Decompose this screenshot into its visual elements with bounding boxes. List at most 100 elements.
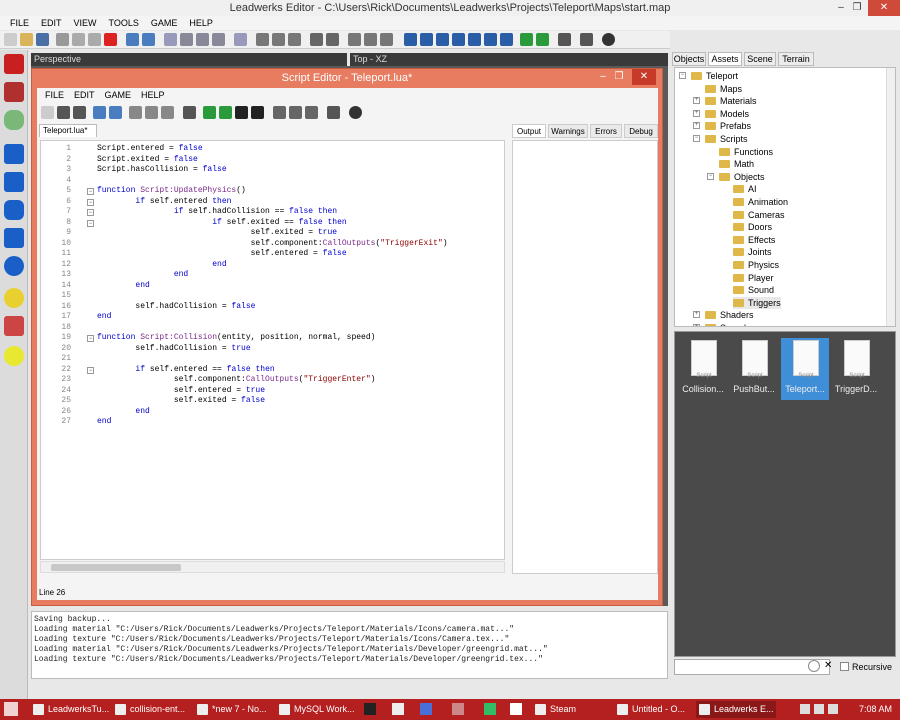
delete-icon[interactable] bbox=[104, 33, 117, 46]
tree-node[interactable]: Animation bbox=[733, 196, 788, 208]
tree-node[interactable]: Functions bbox=[719, 146, 773, 158]
editor-minimize-icon[interactable]: – bbox=[596, 69, 610, 85]
code-editor[interactable]: 1 Script.entered = false 2 Script.exited = … bbox=[40, 140, 505, 560]
editor-cut-icon[interactable] bbox=[129, 106, 142, 119]
code-line[interactable]: 9 self.exited = true bbox=[41, 228, 504, 239]
tab-output[interactable]: Output bbox=[512, 124, 546, 138]
tree-node[interactable]: Math bbox=[719, 158, 754, 170]
tree-node[interactable]: Doors bbox=[733, 221, 772, 233]
clear-search-icon[interactable]: ✕ bbox=[824, 660, 832, 671]
wedge-brush-icon[interactable] bbox=[4, 82, 24, 102]
editor-stop-icon[interactable] bbox=[235, 106, 248, 119]
code-line[interactable]: 3 Script.hasCollision = false bbox=[41, 165, 504, 176]
tree-node[interactable]: Sound bbox=[705, 322, 746, 326]
code-line[interactable]: 2 Script.exited = false bbox=[41, 155, 504, 166]
code-line[interactable]: 23 self.component:CallOutputs("TriggerEn… bbox=[41, 375, 504, 386]
tree-expander-icon[interactable]: + bbox=[693, 311, 700, 319]
tree-node[interactable]: Shaders bbox=[705, 309, 754, 321]
editor-copy-icon[interactable] bbox=[145, 106, 158, 119]
tab-warnings[interactable]: Warnings bbox=[548, 124, 588, 138]
output-panel[interactable] bbox=[512, 140, 658, 574]
align-icon[interactable] bbox=[256, 33, 269, 46]
tree-expander-icon[interactable]: − bbox=[693, 135, 700, 142]
taskbar-item[interactable]: *new 7 - No... bbox=[194, 701, 274, 718]
console-log[interactable]: Saving backup... Loading material "C:/Use… bbox=[31, 611, 668, 679]
tree-node[interactable]: Teleport bbox=[691, 70, 738, 82]
tab-assets[interactable]: Assets bbox=[708, 52, 742, 66]
tree-node[interactable]: Physics bbox=[733, 259, 779, 271]
fold-toggle-icon[interactable]: − bbox=[87, 219, 94, 227]
code-line[interactable]: 25 self.exited = false bbox=[41, 396, 504, 407]
close-icon[interactable]: ✕ bbox=[868, 0, 900, 16]
help-icon[interactable] bbox=[602, 33, 615, 46]
code-line[interactable]: 10 self.component:CallOutputs("TriggerEx… bbox=[41, 239, 504, 250]
view-icon-3[interactable] bbox=[380, 33, 393, 46]
taskbar-item-leadwerks[interactable]: Leadwerks E... bbox=[696, 701, 776, 718]
code-line[interactable]: 24 self.entered = true bbox=[41, 386, 504, 397]
code-line[interactable]: 16 self.hadCollision = false bbox=[41, 302, 504, 313]
asset-folder-tree[interactable]: − Teleport Maps + Materials + Models + Prefabs − S… bbox=[674, 67, 896, 327]
code-line[interactable]: 4 bbox=[41, 176, 504, 187]
editor-step-icon[interactable] bbox=[273, 106, 286, 119]
align-icon-2[interactable] bbox=[272, 33, 285, 46]
asset-search-input[interactable] bbox=[674, 659, 830, 675]
menu-view[interactable]: VIEW bbox=[74, 16, 97, 30]
tree-node[interactable]: Maps bbox=[705, 83, 742, 95]
pinned-app-icon[interactable] bbox=[364, 703, 376, 715]
editor-step-into-icon[interactable] bbox=[289, 106, 302, 119]
tree-scrollbar[interactable] bbox=[886, 68, 895, 326]
tab-objects[interactable]: Objects bbox=[672, 52, 706, 66]
editor-find-icon[interactable] bbox=[183, 106, 196, 119]
paste-icon[interactable] bbox=[88, 33, 101, 46]
asset-browser[interactable]: Script Collision... Script PushBut... Script… bbox=[674, 331, 896, 657]
code-horizontal-scrollbar[interactable] bbox=[40, 561, 505, 573]
code-line[interactable]: 22 if self.entered == false then − bbox=[41, 365, 504, 376]
code-line[interactable]: 11 self.entered = false bbox=[41, 249, 504, 260]
asset-item[interactable]: Script PushBut... bbox=[730, 338, 778, 400]
undo-icon[interactable] bbox=[126, 33, 139, 46]
asset-item[interactable]: Script Teleport... bbox=[781, 338, 829, 400]
grid-snap-icon[interactable] bbox=[234, 33, 247, 46]
scrollbar-thumb[interactable] bbox=[51, 564, 181, 571]
pinned-app-icon[interactable] bbox=[452, 703, 464, 715]
editor-menu-help[interactable]: HELP bbox=[141, 88, 165, 102]
tab-terrain[interactable]: Terrain bbox=[778, 52, 814, 66]
particle-icon[interactable] bbox=[4, 316, 24, 336]
editor-menu-file[interactable]: FILE bbox=[45, 88, 64, 102]
run-icon[interactable] bbox=[520, 33, 533, 46]
pinned-app-icon[interactable] bbox=[392, 703, 404, 715]
code-line[interactable]: 14 end bbox=[41, 281, 504, 292]
code-line[interactable]: 6 if self.entered then − bbox=[41, 197, 504, 208]
editor-debug-icon[interactable] bbox=[219, 106, 232, 119]
tree-expander-icon[interactable]: − bbox=[707, 172, 714, 180]
editor-settings-icon[interactable] bbox=[327, 106, 340, 119]
asset-item[interactable]: Script TriggerD... bbox=[832, 338, 880, 400]
tab-scene[interactable]: Scene bbox=[744, 52, 776, 66]
volume-icon[interactable] bbox=[828, 704, 838, 714]
sphere-icon[interactable] bbox=[4, 256, 24, 276]
box-brush-icon[interactable] bbox=[4, 54, 24, 74]
clock[interactable]: 7:08 AM bbox=[859, 699, 892, 720]
render-mode-icon-3[interactable] bbox=[436, 33, 449, 46]
code-line[interactable]: 26 end bbox=[41, 407, 504, 418]
camera-icon[interactable] bbox=[558, 33, 571, 46]
tree-expander-icon[interactable]: + bbox=[693, 109, 700, 117]
tree-node[interactable]: Effects bbox=[733, 234, 775, 246]
tab-debug[interactable]: Debug bbox=[624, 124, 658, 138]
fold-toggle-icon[interactable]: − bbox=[87, 209, 94, 216]
zoom-out-icon[interactable] bbox=[326, 33, 339, 46]
new-file-icon[interactable] bbox=[4, 33, 17, 46]
fold-toggle-icon[interactable]: − bbox=[87, 188, 94, 195]
settings-icon[interactable] bbox=[580, 33, 593, 46]
cone-icon[interactable] bbox=[4, 228, 24, 248]
editor-help-icon[interactable] bbox=[349, 106, 362, 119]
tree-expander-icon[interactable]: + bbox=[693, 97, 700, 105]
taskbar-item[interactable]: LeadwerksTu... bbox=[30, 701, 110, 718]
minimize-icon[interactable]: – bbox=[834, 0, 848, 16]
search-icon[interactable] bbox=[808, 660, 820, 672]
tree-node[interactable]: Prefabs bbox=[705, 120, 751, 132]
move-icon[interactable] bbox=[180, 33, 193, 46]
asset-item[interactable]: Script Collision... bbox=[679, 338, 727, 400]
tab-errors[interactable]: Errors bbox=[590, 124, 622, 138]
render-mode-icon-4[interactable] bbox=[452, 33, 465, 46]
